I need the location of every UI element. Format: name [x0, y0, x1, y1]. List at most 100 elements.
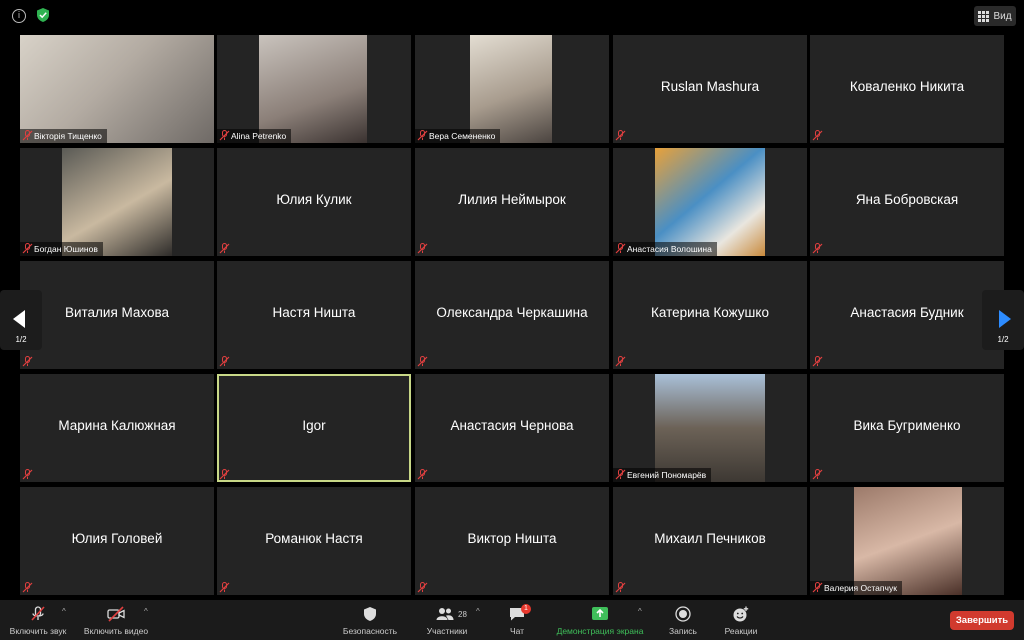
participant-tile[interactable]: Олександра Черкашина — [415, 261, 609, 369]
info-icon[interactable]: i — [12, 9, 26, 23]
muted-mic-icon — [219, 130, 230, 141]
security-label: Безопасность — [342, 626, 398, 636]
participant-name: Романюк Настя — [265, 531, 363, 546]
end-meeting-button[interactable]: Завершить — [950, 611, 1014, 630]
participant-name-label: Евгений Пономарёв — [613, 468, 712, 482]
unmute-label: Включить звук — [9, 626, 67, 636]
record-icon — [675, 606, 691, 622]
participant-video — [854, 487, 962, 595]
page-indicator-right: 1/2 — [997, 335, 1009, 344]
share-screen-label: Демонстрация экрана — [556, 626, 644, 636]
start-video-button[interactable]: Включить видео — [80, 600, 152, 640]
reactions-label: Реакции — [724, 626, 758, 636]
muted-mic-icon — [812, 356, 823, 367]
participant-tile[interactable]: Анастасия Волошина — [613, 148, 807, 256]
participant-name: Igor — [302, 418, 326, 433]
muted-mic-icon — [219, 469, 230, 480]
participant-name: Виктор Ништа — [467, 531, 557, 546]
video-options-caret-icon[interactable]: ^ — [144, 607, 148, 616]
participant-tile[interactable]: Анастасия Чернова — [415, 374, 609, 482]
participants-options-caret-icon[interactable]: ^ — [476, 607, 480, 616]
muted-mic-icon — [219, 356, 230, 367]
unmute-button[interactable]: Включить звук — [6, 600, 70, 640]
participant-tile[interactable]: Igor — [217, 374, 411, 482]
participants-label: Участники — [426, 626, 468, 636]
participant-name-label: Анастасия Волошина — [613, 242, 717, 256]
muted-mic-icon — [417, 130, 428, 141]
share-screen-arrow-icon — [592, 607, 608, 620]
participant-name: Вика Бугрименко — [853, 418, 961, 433]
chat-unread-badge: 1 — [521, 604, 531, 614]
muted-mic-icon — [417, 243, 428, 254]
participant-video — [655, 148, 765, 256]
muted-mic-icon — [417, 356, 428, 367]
participant-tile[interactable]: Михаил Печников — [613, 487, 807, 595]
participant-tile[interactable]: Валерия Остапчук — [810, 487, 1004, 595]
security-button[interactable]: Безопасность — [338, 600, 402, 640]
participant-tile[interactable]: Настя Ништа — [217, 261, 411, 369]
top-bar: i Вид — [0, 0, 1024, 32]
participant-tile[interactable]: Юлия Головей — [20, 487, 214, 595]
muted-mic-icon — [22, 582, 33, 593]
prev-page-button[interactable]: 1/2 — [0, 290, 42, 350]
security-shield-icon — [364, 607, 376, 621]
participant-video — [20, 35, 214, 143]
participant-tile[interactable]: Вікторія Тищенко — [20, 35, 214, 143]
participants-icon — [436, 608, 454, 620]
share-screen-button[interactable]: Демонстрация экрана — [552, 600, 648, 640]
participants-gallery: Вікторія Тищенко Alina Petrenko Вера Семен… — [20, 35, 1005, 597]
participant-name: Анастасия Будник — [850, 305, 964, 320]
participant-tile[interactable]: Богдан Юшинов — [20, 148, 214, 256]
participant-tile[interactable]: Яна Бобровская — [810, 148, 1004, 256]
muted-mic-icon — [812, 469, 823, 480]
muted-mic-icon — [615, 469, 626, 480]
camera-off-icon — [107, 606, 125, 622]
reactions-button[interactable]: Реакции — [718, 600, 764, 640]
participant-tile[interactable]: Анастасия Будник — [810, 261, 1004, 369]
participant-name-label: Вікторія Тищенко — [20, 129, 107, 143]
participant-tile[interactable]: Виталия Махова — [20, 261, 214, 369]
muted-mic-icon — [812, 582, 823, 593]
view-label: Вид — [993, 10, 1012, 22]
participant-name: Олександра Черкашина — [436, 305, 588, 320]
participant-tile[interactable]: Коваленко Никита — [810, 35, 1004, 143]
audio-options-caret-icon[interactable]: ^ — [62, 607, 66, 616]
participant-name: Марина Калюжная — [58, 418, 176, 433]
muted-mic-icon — [615, 243, 626, 254]
participant-name: Анастасия Чернова — [450, 418, 574, 433]
share-options-caret-icon[interactable]: ^ — [638, 607, 642, 616]
participant-tile[interactable]: Юлия Кулик — [217, 148, 411, 256]
record-button[interactable]: Запись — [664, 600, 702, 640]
participant-name: Лилия Неймырок — [458, 192, 566, 207]
participant-name: Катерина Кожушко — [651, 305, 769, 320]
muted-mic-icon — [615, 356, 626, 367]
muted-mic-icon — [219, 582, 230, 593]
muted-mic-icon — [22, 243, 33, 254]
participant-tile[interactable]: Лилия Неймырок — [415, 148, 609, 256]
participant-name: Яна Бобровская — [855, 192, 959, 207]
start-video-label: Включить видео — [83, 626, 149, 636]
participant-tile[interactable]: Катерина Кожушко — [613, 261, 807, 369]
record-label: Запись — [669, 626, 697, 636]
meeting-toolbar: Включить звук ^ Включить видео ^ Безопас… — [0, 600, 1024, 640]
next-page-button[interactable]: 1/2 — [982, 290, 1024, 350]
participants-button[interactable]: Участники — [420, 600, 474, 640]
participant-name: Виталия Махова — [64, 305, 170, 320]
muted-mic-icon — [22, 130, 33, 141]
participant-tile[interactable]: Марина Калюжная — [20, 374, 214, 482]
muted-mic-icon — [615, 582, 626, 593]
view-button[interactable]: Вид — [974, 6, 1016, 26]
participant-tile[interactable]: Вика Бугрименко — [810, 374, 1004, 482]
participant-tile[interactable]: Романюк Настя — [217, 487, 411, 595]
encryption-shield-icon[interactable] — [37, 8, 49, 22]
participant-tile[interactable]: Виктор Ништа — [415, 487, 609, 595]
participant-video — [259, 35, 367, 143]
participant-tile[interactable]: Ruslan Mashura — [613, 35, 807, 143]
participant-tile[interactable]: Вера Семененко — [415, 35, 609, 143]
muted-mic-icon — [417, 469, 428, 480]
participant-tile[interactable]: Евгений Пономарёв — [613, 374, 807, 482]
participant-video — [655, 374, 765, 482]
participant-tile[interactable]: Alina Petrenko — [217, 35, 411, 143]
muted-mic-icon — [22, 356, 33, 367]
chevron-right-icon — [999, 310, 1011, 328]
